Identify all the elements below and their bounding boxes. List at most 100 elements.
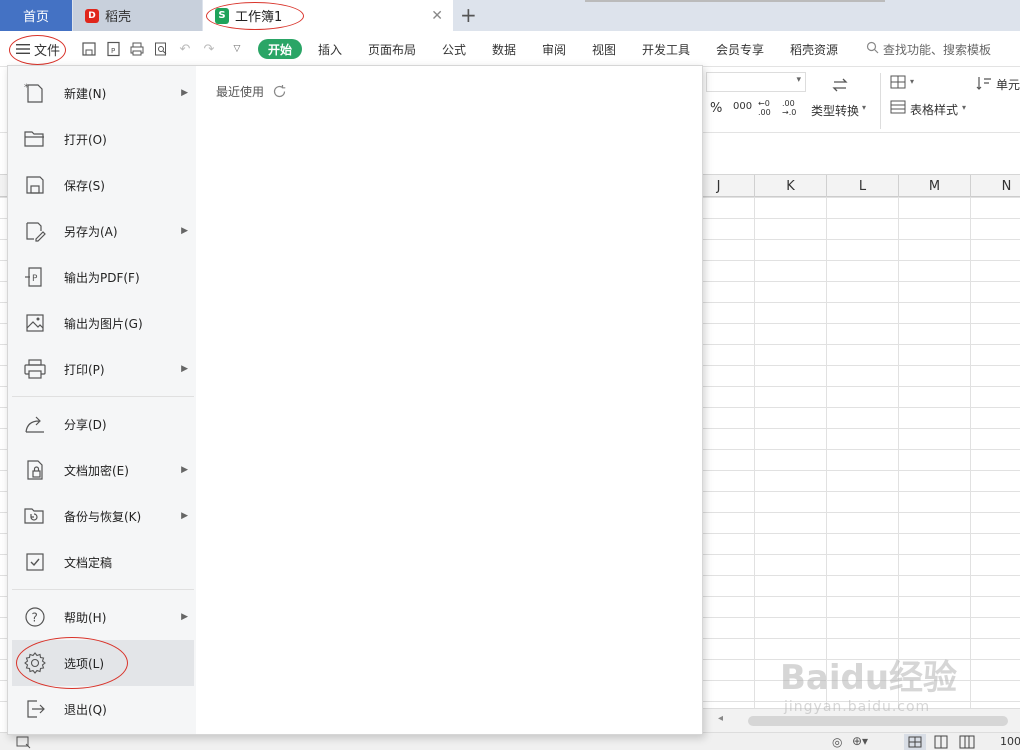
watermark-url: jingyan.baidu.com <box>784 699 931 715</box>
scrollbar-thumb[interactable] <box>748 716 1008 726</box>
backup-icon <box>22 503 48 529</box>
tab-workbook-label: 工作簿1 <box>235 10 283 25</box>
tab-home-label: 首页 <box>22 10 49 25</box>
menu-item-exit[interactable]: 退出(Q) <box>12 686 194 732</box>
type-convert-button[interactable]: 类型转换 <box>811 102 859 119</box>
menu-item-save[interactable]: 保存(S) <box>12 162 194 208</box>
ribbon-tab-start[interactable]: 开始 <box>258 39 302 59</box>
save-icon <box>22 172 48 198</box>
page-break-view-icon[interactable] <box>958 735 976 749</box>
menu-item-save-as[interactable]: 另存为(A) ▶ <box>12 208 194 254</box>
page-layout-view-icon[interactable] <box>932 735 950 749</box>
chevron-down-icon: ▾ <box>862 103 867 112</box>
redo-icon[interactable]: ↷ <box>200 40 218 58</box>
ribbon-menu-bar: 文件 P ↶ ↷ ▽ 开始 插入 页面布局 公式 数据 审阅 视图 开发工具 会… <box>0 31 1020 67</box>
printer-icon[interactable] <box>128 40 146 58</box>
watermark: Baidu经验 jingyan.baidu.com <box>780 650 957 715</box>
menu-item-backup[interactable]: 备份与恢复(K) ▶ <box>12 493 194 539</box>
column-header-m[interactable]: M <box>898 175 970 197</box>
menu-item-encrypt[interactable]: 文档加密(E) ▶ <box>12 447 194 493</box>
new-file-icon: * <box>22 80 48 106</box>
folder-open-icon <box>22 126 48 152</box>
scroll-left-icon[interactable]: ◂ <box>718 713 723 724</box>
feature-search[interactable]: 查找功能、搜索模板 <box>866 41 991 58</box>
menu-item-finalize[interactable]: 文档定稿 <box>12 539 194 585</box>
ribbon-tab-page-layout[interactable]: 页面布局 <box>368 41 416 58</box>
print-preview-icon[interactable] <box>152 40 170 58</box>
finalize-icon <box>22 549 48 575</box>
chevron-down-icon: ▾ <box>910 77 915 86</box>
chevron-right-icon: ▶ <box>181 465 188 475</box>
type-convert-icon <box>832 78 848 92</box>
menu-item-label: 备份与恢复(K) <box>64 509 142 524</box>
ribbon-tab-member[interactable]: 会员专享 <box>716 41 764 58</box>
menu-item-share[interactable]: 分享(D) <box>12 401 194 447</box>
menu-item-help[interactable]: ? 帮助(H) ▶ <box>12 594 194 640</box>
file-menu-button[interactable]: 文件 <box>12 37 64 61</box>
gear-icon <box>22 650 48 676</box>
menu-item-new[interactable]: * 新建(N) ▶ <box>12 70 194 116</box>
menu-item-export-pdf[interactable]: P 输出为PDF(F) <box>12 254 194 300</box>
ribbon-tab-formulas[interactable]: 公式 <box>442 41 466 58</box>
macro-record-icon[interactable] <box>16 736 32 749</box>
export-image-icon <box>22 310 48 336</box>
column-header-k[interactable]: K <box>754 175 826 197</box>
ribbon-tab-daoke-resources[interactable]: 稻壳资源 <box>790 41 838 58</box>
svg-text:*: * <box>24 83 29 93</box>
menu-item-print[interactable]: 打印(P) ▶ <box>12 346 194 392</box>
menu-item-label: 输出为图片(G) <box>64 316 143 331</box>
refresh-icon[interactable] <box>272 84 287 99</box>
ribbon-tab-review[interactable]: 审阅 <box>542 41 566 58</box>
increase-decimal-button[interactable]: ←0 .00 <box>758 99 776 117</box>
chevron-right-icon: ▶ <box>181 88 188 98</box>
tab-daoke-label: 稻壳 <box>105 10 132 25</box>
menu-item-open[interactable]: 打开(O) <box>12 116 194 162</box>
tab-workbook[interactable]: S 工作簿1 ✕ <box>203 0 453 31</box>
normal-view-button[interactable] <box>904 734 926 750</box>
number-format-select[interactable]: ▾ <box>706 72 806 92</box>
percent-style-button[interactable]: % <box>710 101 722 116</box>
menu-item-options[interactable]: 选项(L) <box>12 640 194 686</box>
search-icon <box>866 41 879 54</box>
close-tab-icon[interactable]: ✕ <box>431 8 443 24</box>
quick-access-dropdown-icon[interactable]: ▽ <box>228 40 246 58</box>
tab-daoke[interactable]: D 稻壳 <box>73 0 202 31</box>
thousands-separator-button[interactable]: 000 <box>733 101 752 112</box>
eye-protection-icon[interactable]: ◎ <box>832 735 842 749</box>
column-header-l[interactable]: L <box>826 175 898 197</box>
search-placeholder: 查找功能、搜索模板 <box>883 43 992 57</box>
chevron-right-icon: ▶ <box>181 364 188 374</box>
menu-divider <box>12 589 194 590</box>
chevron-right-icon: ▶ <box>181 511 188 521</box>
table-style-button[interactable]: 表格样式 <box>910 101 958 118</box>
ribbon-tab-view[interactable]: 视图 <box>592 41 616 58</box>
spreadsheet-logo-icon: S <box>215 7 229 24</box>
grid-column-line <box>970 197 971 708</box>
add-tab-icon[interactable]: + <box>460 3 477 27</box>
chevron-right-icon: ▶ <box>181 226 188 236</box>
decrease-decimal-button[interactable]: .00 →.0 <box>782 99 802 117</box>
recent-files-header: 最近使用 <box>216 83 287 100</box>
menu-item-label: 退出(Q) <box>64 702 107 717</box>
save-icon[interactable] <box>80 40 98 58</box>
export-pdf-icon[interactable]: P <box>104 40 122 58</box>
watermark-logo: Baidu经验 <box>780 658 958 698</box>
ribbon-divider <box>880 73 881 129</box>
menu-item-label: 新建(N) <box>64 86 107 101</box>
menu-item-label: 帮助(H) <box>64 610 107 625</box>
menu-item-export-image[interactable]: 输出为图片(G) <box>12 300 194 346</box>
ribbon-tab-insert[interactable]: 插入 <box>318 41 342 58</box>
grid-view-icon <box>908 736 922 748</box>
ribbon-tab-data[interactable]: 数据 <box>492 41 516 58</box>
undo-icon[interactable]: ↶ <box>176 40 194 58</box>
column-header-n[interactable]: N <box>970 175 1020 197</box>
cell-button[interactable]: 单元 <box>996 76 1020 93</box>
grid-column-line <box>754 197 755 708</box>
grid-column-line <box>826 197 827 708</box>
ribbon-tab-developer[interactable]: 开发工具 <box>642 41 690 58</box>
borders-icon[interactable] <box>890 75 906 89</box>
zoom-level[interactable]: 100 <box>1000 735 1020 748</box>
tab-home[interactable]: 首页 <box>0 0 72 31</box>
reading-mode-icon[interactable]: ⊕▾ <box>852 734 868 748</box>
export-pdf-icon: P <box>22 264 48 290</box>
